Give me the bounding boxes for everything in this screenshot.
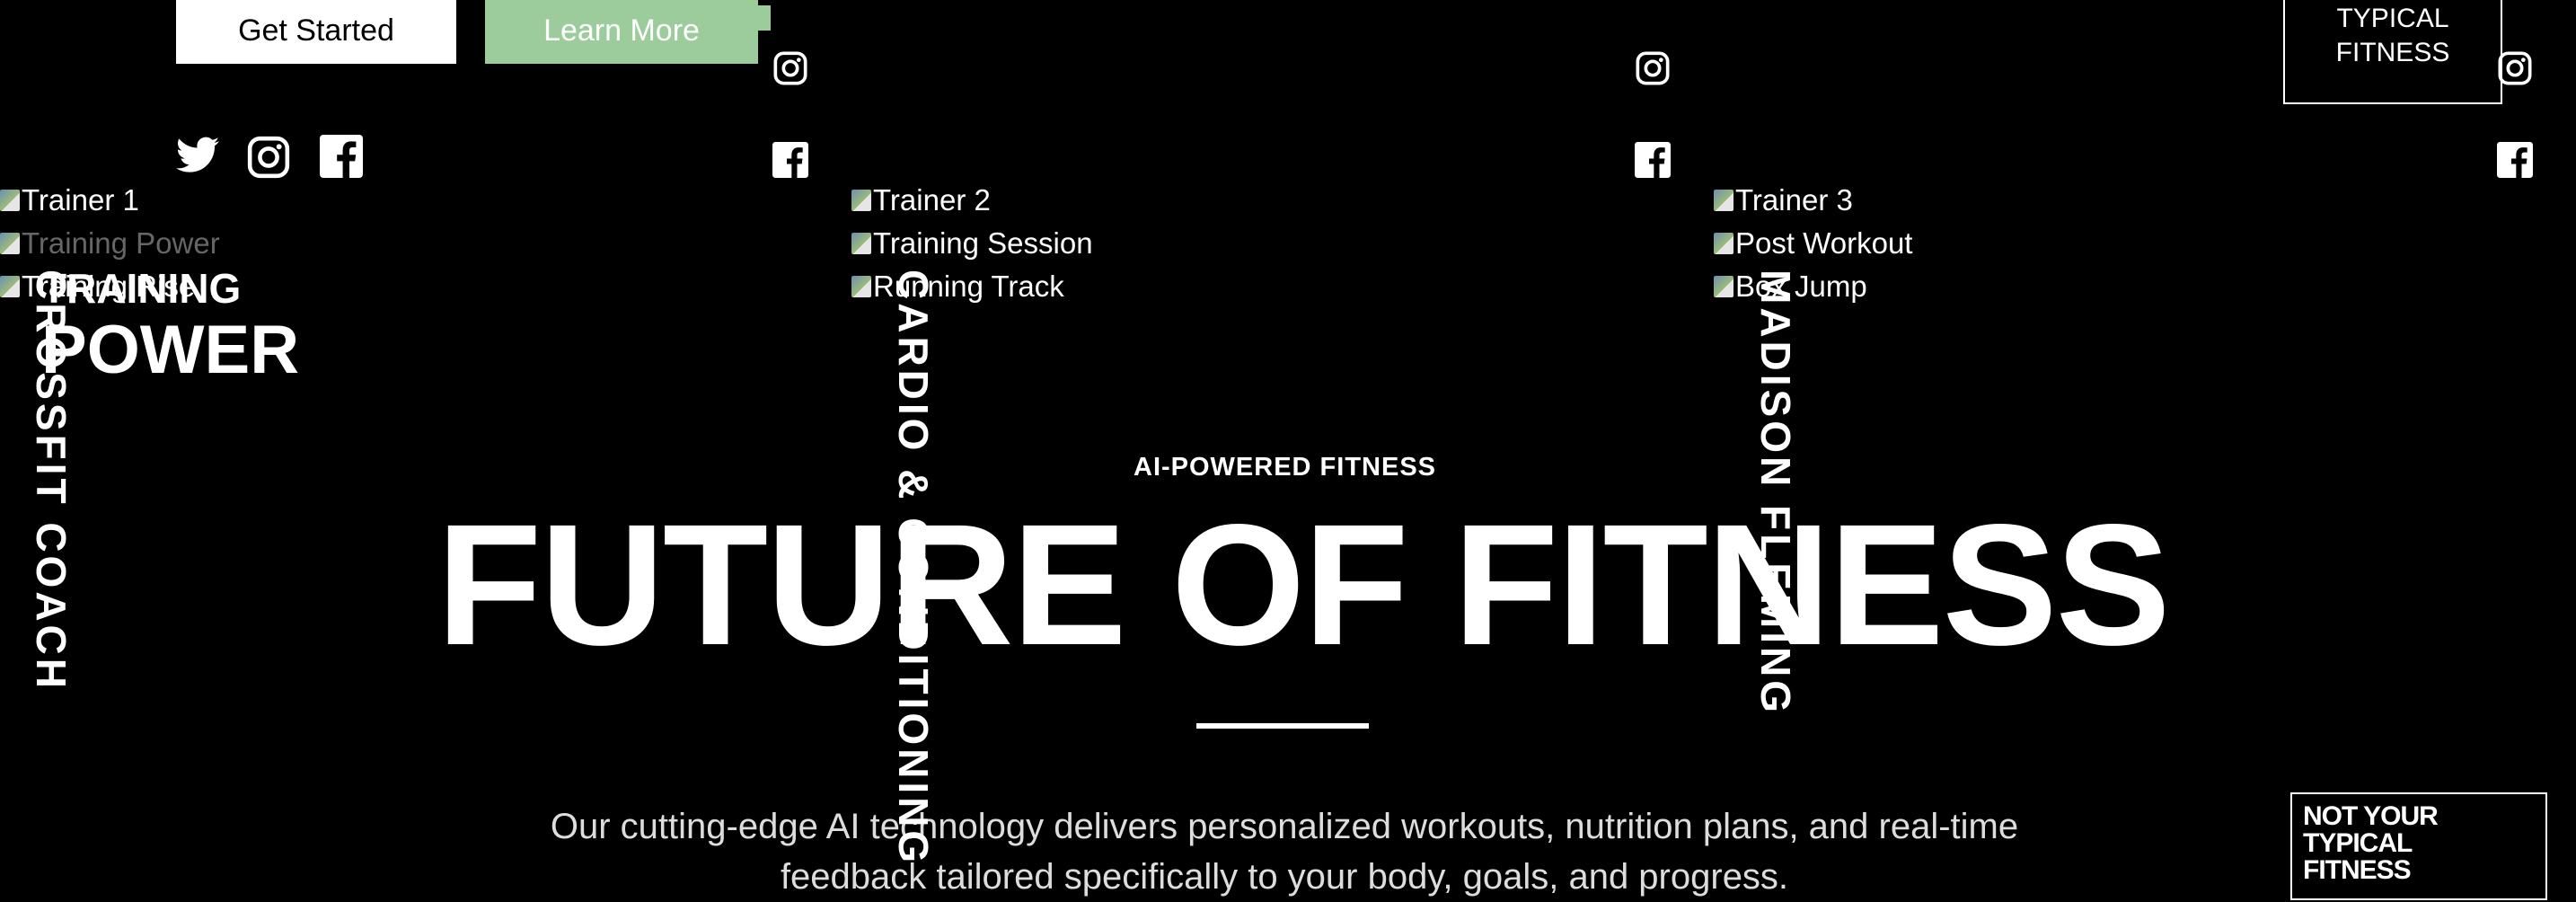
typical-fitness-badge: TYPICAL FITNESS bbox=[2283, 0, 2502, 104]
broken-image-icon bbox=[851, 190, 871, 211]
broken-image-icon bbox=[0, 276, 20, 297]
broken-image-icon bbox=[851, 276, 871, 297]
title-line: POWER bbox=[41, 312, 300, 388]
facebook-icon[interactable] bbox=[1635, 142, 1671, 178]
broken-image-icon bbox=[1714, 276, 1734, 297]
instagram-icon[interactable] bbox=[1635, 50, 1671, 86]
facebook-icon[interactable] bbox=[320, 135, 363, 178]
facebook-icon[interactable] bbox=[2497, 142, 2533, 178]
badge-line: TYPICAL bbox=[2303, 828, 2413, 858]
image-alt-text: Trainer 3 bbox=[1735, 183, 1853, 217]
image-alt-text: Post Workout bbox=[1735, 226, 1913, 260]
badge-line: FITNESS bbox=[2335, 38, 2450, 67]
instagram-icon[interactable] bbox=[246, 135, 291, 180]
instagram-icon[interactable] bbox=[2497, 50, 2533, 86]
badge-line: FITNESS bbox=[2303, 855, 2412, 885]
instagram-icon[interactable] bbox=[772, 50, 808, 86]
hero-divider bbox=[1196, 723, 1369, 729]
hero-eyebrow: AI-POWERED FITNESS bbox=[1134, 453, 1437, 482]
image-alt-text: Training Power bbox=[22, 226, 220, 260]
get-started-button[interactable]: Get Started bbox=[176, 0, 456, 64]
twitter-icon[interactable] bbox=[176, 137, 219, 176]
trainer-image: Trainer 2 bbox=[851, 183, 991, 217]
trainer-image: Trainer 1 bbox=[0, 183, 139, 217]
learn-more-button[interactable]: Learn More bbox=[485, 0, 771, 64]
training-power-title: TRAINING POWER bbox=[41, 262, 299, 386]
image-alt-text: Training Session bbox=[873, 226, 1093, 260]
trainer-specialty-label: MADISON FLEMING bbox=[1752, 270, 1799, 716]
hero-title: FUTURE OF FITNESS bbox=[437, 488, 2171, 681]
broken-image-icon bbox=[0, 190, 20, 211]
facebook-icon[interactable] bbox=[772, 142, 808, 178]
image-alt-text: Trainer 2 bbox=[873, 183, 991, 217]
not-your-typical-fitness-badge: NOT YOUR TYPICAL FITNESS bbox=[2290, 792, 2547, 900]
hero-subtext: Our cutting-edge AI technology delivers … bbox=[550, 807, 2019, 897]
broken-image-icon bbox=[0, 233, 20, 254]
trainer-image: Trainer 3 bbox=[1714, 183, 1853, 217]
trainer-image: Training Power bbox=[0, 226, 220, 261]
broken-image-icon bbox=[1714, 190, 1734, 211]
trainer-image: Training Session bbox=[851, 226, 1093, 261]
badge-line: TYPICAL bbox=[2336, 4, 2449, 33]
image-alt-text: Trainer 1 bbox=[22, 183, 139, 217]
trainer-image: Post Workout bbox=[1714, 226, 1912, 261]
broken-image-icon bbox=[1714, 233, 1734, 254]
broken-image-icon bbox=[851, 233, 871, 254]
trainer-image: Running Track bbox=[851, 270, 1064, 304]
badge-line: NOT YOUR bbox=[2303, 801, 2439, 831]
trainer-specialty-label: CROSSFIT COACH bbox=[28, 270, 75, 692]
trainer-specialty-label: CARDIO & CONDITIONING bbox=[890, 270, 937, 867]
